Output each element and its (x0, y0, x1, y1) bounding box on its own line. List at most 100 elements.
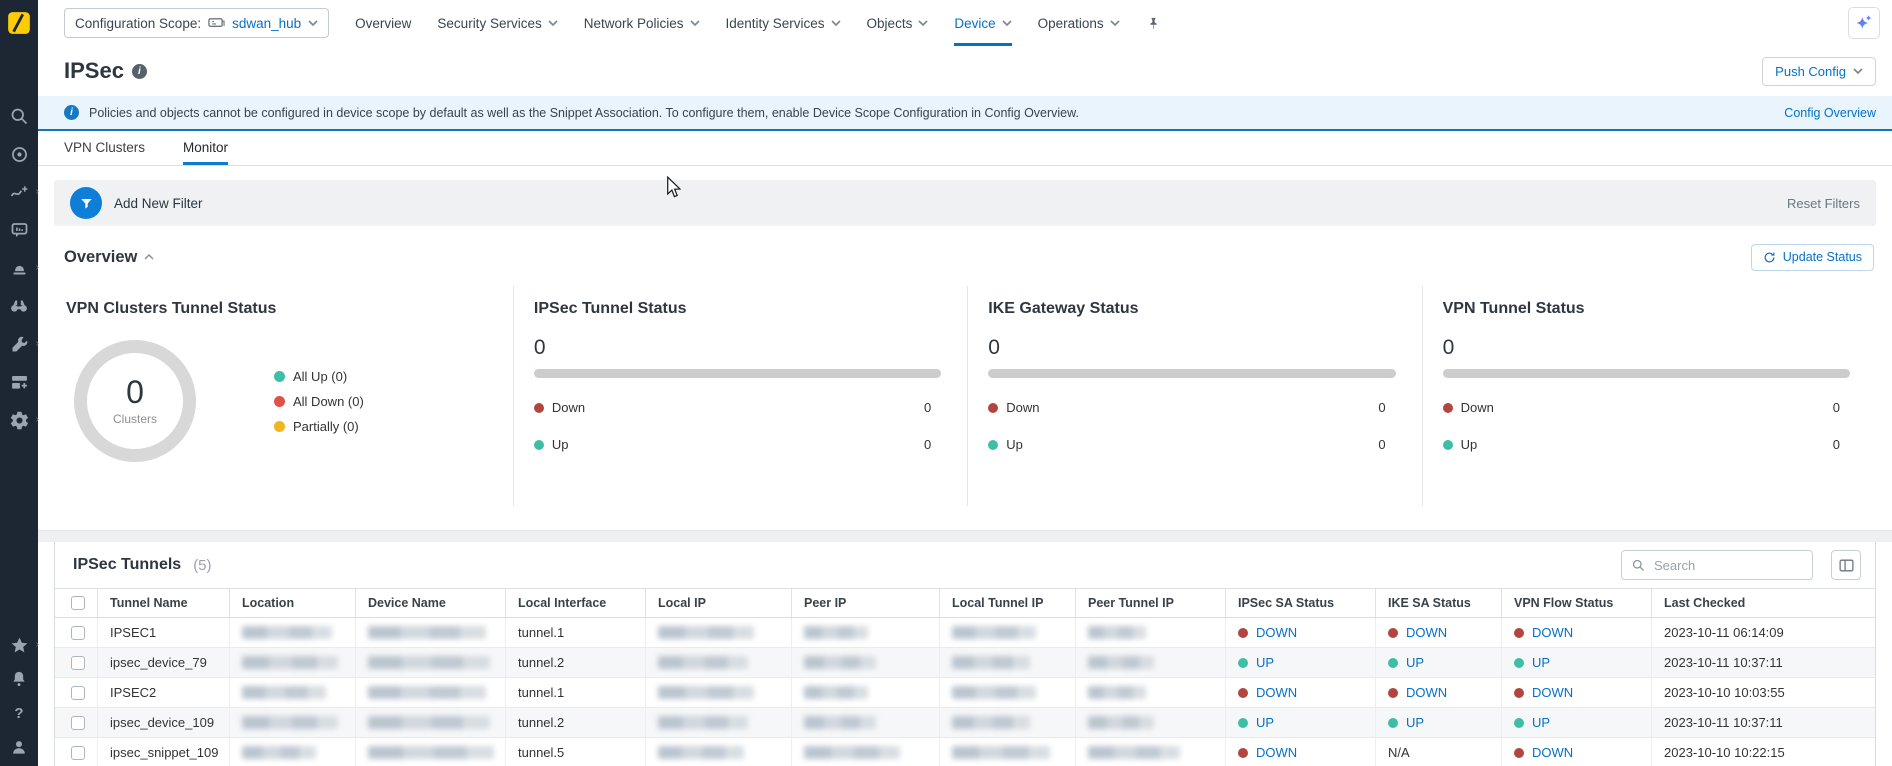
legend-item-all-up[interactable]: All Up (0) (274, 369, 364, 384)
search-input[interactable] (1654, 558, 1803, 573)
status-link[interactable]: DOWN (1406, 685, 1447, 700)
status-link[interactable]: UP (1406, 715, 1424, 730)
column-header-last-checked[interactable]: Last Checked (1651, 589, 1875, 617)
column-header-local-interface[interactable]: Local Interface (505, 589, 645, 617)
explore-icon[interactable] (6, 295, 32, 317)
cell-last-checked: 2023-10-10 10:22:15 (1651, 738, 1875, 766)
copilot-chat-icon[interactable] (6, 219, 32, 241)
cell-vpn-flow-status: DOWN (1501, 678, 1651, 707)
column-header-peer-ip[interactable]: Peer IP (791, 589, 939, 617)
chevron-down-icon (308, 20, 318, 26)
tab-monitor[interactable]: Monitor (183, 131, 228, 165)
table-row: ipsec_snippet_109tunnel.5DOWNN/ADOWN2023… (55, 738, 1875, 766)
workflows-icon[interactable]: › (6, 181, 32, 203)
status-link[interactable]: DOWN (1532, 745, 1573, 760)
config-overview-link[interactable]: Config Overview (1784, 106, 1876, 120)
tabs: VPN Clusters Monitor (38, 131, 1892, 166)
row-checkbox[interactable] (71, 656, 85, 670)
search-icon[interactable] (6, 105, 32, 127)
profile-icon[interactable] (6, 736, 32, 758)
clusters-legend: All Up (0) All Down (0) Partially (0) (274, 369, 364, 434)
chevron-up-icon (144, 254, 154, 260)
sidebar: › › › › (0, 0, 38, 766)
info-icon[interactable]: i (132, 64, 147, 79)
redacted-value (368, 746, 494, 759)
column-header-peer-tunnel-ip[interactable]: Peer Tunnel IP (1075, 589, 1225, 617)
redacted-value (804, 626, 868, 639)
status-link[interactable]: DOWN (1256, 745, 1297, 760)
sparkle-icon (1857, 17, 1869, 29)
column-header-ike-sa-status[interactable]: IKE SA Status (1375, 589, 1501, 617)
incidents-icon[interactable]: › (6, 257, 32, 279)
chevron-right-icon: › (36, 263, 39, 273)
overview-collapse-toggle[interactable]: Overview (64, 248, 154, 267)
column-header-location[interactable]: Location (229, 589, 355, 617)
copilot-sparkle-button[interactable] (1848, 7, 1880, 39)
tab-vpn-clusters[interactable]: VPN Clusters (64, 131, 145, 165)
update-status-button[interactable]: Update Status (1751, 244, 1874, 271)
help-icon[interactable]: ? (6, 702, 32, 724)
cell-location (229, 738, 355, 766)
cell-ike-sa-status: N/A (1375, 738, 1501, 766)
select-all-checkbox[interactable] (71, 596, 85, 610)
table-row: IPSEC2tunnel.1DOWNDOWNDOWN2023-10-10 10:… (55, 678, 1875, 708)
legend-label: Partially (0) (293, 419, 359, 434)
reset-filters-button[interactable]: Reset Filters (1787, 196, 1860, 211)
status-link[interactable]: DOWN (1532, 685, 1573, 700)
status-link[interactable]: UP (1532, 715, 1550, 730)
row-checkbox[interactable] (71, 746, 85, 760)
legend-item-partially[interactable]: Partially (0) (274, 419, 364, 434)
sidebar-icon-group: › › › › (6, 105, 32, 431)
app-logo-icon[interactable] (6, 10, 32, 41)
notifications-bell-icon[interactable] (6, 668, 32, 690)
row-checkbox[interactable] (71, 716, 85, 730)
cell-vpn-flow-status: DOWN (1501, 618, 1651, 647)
status-panel-vpn-tunnel-status: VPN Tunnel Status0Down0Up0 (1422, 286, 1876, 506)
cell-local-tunnel-ip (939, 678, 1075, 707)
nav-item-operations[interactable]: Operations (1038, 0, 1120, 46)
status-link[interactable]: DOWN (1256, 685, 1297, 700)
status-link[interactable]: UP (1256, 715, 1274, 730)
config-scope-selector[interactable]: Configuration Scope: sdwan_hub (64, 8, 329, 38)
row-checkbox[interactable] (71, 686, 85, 700)
column-header-vpn-flow-status[interactable]: VPN Flow Status (1501, 589, 1651, 617)
nav-item-security-services[interactable]: Security Services (437, 0, 557, 46)
app-root: › › › › (0, 0, 1892, 766)
cell-local-tunnel-ip (939, 648, 1075, 677)
status-label: Down (1006, 400, 1039, 415)
column-header-local-ip[interactable]: Local IP (645, 589, 791, 617)
legend-item-all-down[interactable]: All Down (0) (274, 394, 364, 409)
nav-item-objects[interactable]: Objects (867, 0, 929, 46)
column-header-ipsec-sa-status[interactable]: IPSec SA Status (1225, 589, 1375, 617)
nav-item-device[interactable]: Device (954, 0, 1011, 46)
status-link[interactable]: DOWN (1406, 625, 1447, 640)
add-filter-label[interactable]: Add New Filter (114, 196, 203, 211)
cell-vpn-flow-status: UP (1501, 708, 1651, 737)
column-settings-button[interactable] (1831, 550, 1861, 580)
status-link[interactable]: UP (1256, 655, 1274, 670)
status-link[interactable]: UP (1532, 655, 1550, 670)
nav-item-network-policies[interactable]: Network Policies (584, 0, 700, 46)
nav-item-identity-services[interactable]: Identity Services (726, 0, 841, 46)
settings-gear-icon[interactable]: › (6, 409, 32, 431)
status-link[interactable]: DOWN (1532, 625, 1573, 640)
insights-icon[interactable] (6, 143, 32, 165)
dashboards-icon[interactable] (6, 371, 32, 393)
manage-icon[interactable]: › (6, 333, 32, 355)
status-link[interactable]: DOWN (1256, 625, 1297, 640)
update-status-label: Update Status (1783, 250, 1862, 264)
favorites-star-icon[interactable]: › (6, 634, 32, 656)
status-link[interactable]: UP (1406, 655, 1424, 670)
status-dot (534, 403, 544, 413)
column-header-tunnel-name[interactable]: Tunnel Name (97, 589, 229, 617)
add-filter-button[interactable] (70, 187, 102, 219)
push-config-button[interactable]: Push Config (1762, 57, 1876, 86)
cell-last-checked: 2023-10-11 06:14:09 (1651, 618, 1875, 647)
pin-icon[interactable] (1146, 15, 1161, 32)
cell-peer-ip (791, 678, 939, 707)
status-panel-ipsec-tunnel-status: IPSec Tunnel Status0Down0Up0 (513, 286, 967, 506)
column-header-local-tunnel-ip[interactable]: Local Tunnel IP (939, 589, 1075, 617)
row-checkbox[interactable] (71, 626, 85, 640)
nav-item-overview[interactable]: Overview (355, 0, 411, 46)
column-header-device-name[interactable]: Device Name (355, 589, 505, 617)
